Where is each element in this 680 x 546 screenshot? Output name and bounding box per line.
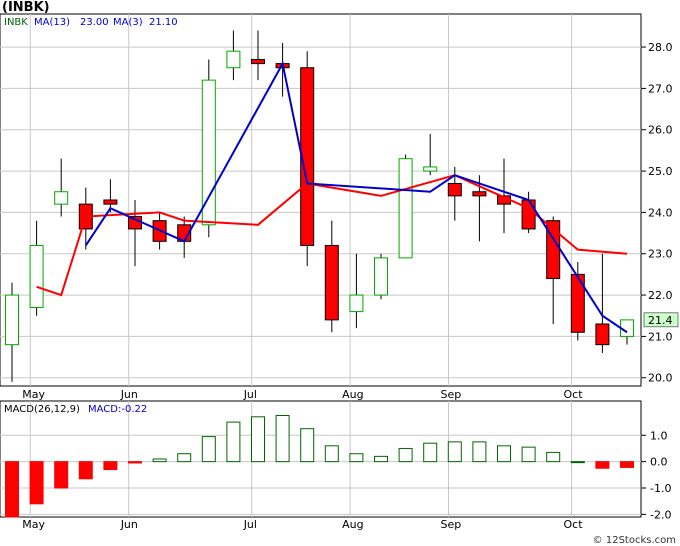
macd-bar-negative [5,461,19,518]
macd-legend-value: MACD:-0.22 [88,404,147,415]
price-y-tick-label: 21.0 [648,330,673,343]
last-price-label: 21.4 [648,314,673,327]
candle-up [349,294,364,313]
macd-bar-positive [570,461,585,464]
candle-up [423,166,438,172]
price-y-tick-label: 26.0 [648,124,673,137]
macd-bar-positive [497,445,511,463]
price-y-tick-label: 28.0 [648,41,673,54]
macd-bar-positive [300,428,315,463]
price-y-axis: 20.0 21.0 22.0 23.0 24.0 25.0 26.0 27.0 28.0 [641,41,673,385]
candle-down [251,58,265,65]
copyright-notice: © 12Stocks.com [592,535,676,546]
macd-bar-negative [54,461,69,489]
macd-bar-positive [251,416,265,463]
candle-up [54,191,69,205]
candle-down [324,244,339,321]
macd-y-tick-label: -1.0 [650,482,671,495]
legend-ma3-value: 21.10 [149,17,178,28]
price-x-tick-label: Aug [342,388,363,401]
macd-y-tick-label: 0.0 [650,456,668,469]
candle-up [5,294,19,346]
chart-area: 20.0 21.0 22.0 23.0 24.0 25.0 26.0 27.0 28.0 1.0… [0,13,679,531]
candle-up [374,257,388,296]
price-y-tick-label: 25.0 [648,165,673,178]
candle-down [472,191,487,197]
price-y-tick-label: 22.0 [648,289,673,302]
macd-bar-positive [398,447,413,463]
macd-bar-negative [595,461,610,469]
macd-y-tick-label: -2.0 [650,508,671,521]
macd-bar-positive [374,455,388,463]
price-y-tick-label: 20.0 [648,372,673,385]
macd-bar-positive [152,458,167,463]
price-x-tick-label: Oct [564,388,584,401]
legend-ma13-value: 23.00 [80,17,109,28]
price-x-tick-label: May [22,388,45,401]
price-x-axis: May Jun Jul Aug Sep Oct [22,388,583,401]
candle-up [226,50,241,69]
macd-legend-label: MACD(26,12,9) [4,404,80,415]
macd-bar-positive [324,445,339,463]
price-y-tick-label: 23.0 [648,248,673,261]
macd-bar-positive [177,453,192,463]
macd-bar-positive [521,446,536,463]
macd-bar-positive [201,436,216,463]
candle-down [103,199,118,205]
candle-up [29,244,44,308]
macd-x-tick-label: Aug [342,518,363,531]
macd-x-tick-label: Sep [441,518,462,531]
macd-x-tick-label: Oct [564,518,584,531]
candle-down [521,199,536,230]
price-panel-frame [0,13,642,387]
price-y-tick-label: 24.0 [648,206,673,219]
price-x-tick-label: Jul [243,388,257,401]
macd-bar-positive [447,441,462,463]
macd-bar-positive [423,442,438,463]
macd-x-tick-label: Jul [243,518,257,531]
macd-bar-positive [349,453,364,463]
legend-ma3-label: MA(3) [113,17,143,28]
macd-bar-negative [29,461,44,505]
macd-x-tick-label: May [22,518,45,531]
legend-ticker: INBK [4,17,28,28]
legend-ma13-label: MA(13) [34,17,70,28]
candle-down [595,323,610,346]
price-y-tick-label: 27.0 [648,82,673,95]
macd-bar-negative [103,461,118,471]
macd-x-tick-label: Jun [120,518,138,531]
macd-y-tick-label: 1.0 [650,429,668,442]
macd-bar-positive [275,415,290,463]
macd-bar-negative [78,461,93,480]
macd-y-axis: 1.0 0.0 -1.0 -2.0 [641,429,671,521]
candle-down [447,182,462,197]
candle-up [398,158,413,259]
macd-bar-negative [620,461,634,468]
macd-panel-frame [0,400,642,518]
macd-bar-positive [472,441,487,463]
price-x-tick-label: Jun [120,388,138,401]
price-x-tick-label: Sep [441,388,462,401]
macd-x-axis: May Jun Jul Aug Sep Oct [22,518,583,531]
macd-bar-positive [546,451,561,463]
macd-bar-positive [226,421,241,463]
macd-bar-negative [128,461,142,464]
